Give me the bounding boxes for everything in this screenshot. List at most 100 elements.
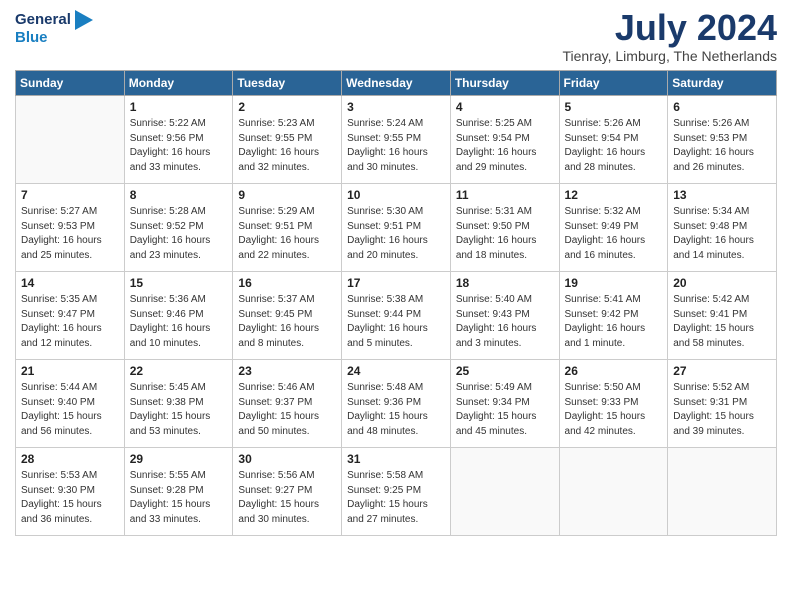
day-number: 21 (21, 364, 119, 378)
day-number: 26 (565, 364, 663, 378)
day-info: Sunrise: 5:34 AMSunset: 9:48 PMDaylight:… (673, 205, 771, 263)
calendar-cell: 2 Sunrise: 5:23 AMSunset: 9:55 PMDaylight… (233, 96, 342, 184)
day-number: 29 (130, 452, 228, 466)
calendar-cell: 17 Sunrise: 5:38 AMSunset: 9:44 PMDayligh… (342, 272, 451, 360)
calendar-cell: 24 Sunrise: 5:48 AMSunset: 9:36 PMDayligh… (342, 360, 451, 448)
logo: General Blue (15, 10, 93, 47)
day-info: Sunrise: 5:35 AMSunset: 9:47 PMDaylight:… (21, 293, 119, 351)
calendar-cell: 7Sunrise: 5:27 AMSunset: 9:53 PMDaylight… (16, 184, 125, 272)
day-number: 16 (238, 276, 336, 290)
calendar-cell (450, 448, 559, 536)
calendar-cell: 18 Sunrise: 5:40 AMSunset: 9:43 PMDayligh… (450, 272, 559, 360)
col-header-sunday: Sunday (16, 71, 125, 96)
day-number: 18 (456, 276, 554, 290)
col-header-tuesday: Tuesday (233, 71, 342, 96)
day-info: Sunrise: 5:30 AMSunset: 9:51 PMDaylight:… (347, 205, 445, 263)
day-number: 4 (456, 100, 554, 114)
calendar-table: SundayMondayTuesdayWednesdayThursdayFrid… (15, 70, 777, 536)
calendar-cell: 29 Sunrise: 5:55 AMSunset: 9:28 PMDayligh… (124, 448, 233, 536)
title-block: July 2024 Tienray, Limburg, The Netherla… (562, 10, 777, 64)
week-row-1: 7Sunrise: 5:27 AMSunset: 9:53 PMDaylight… (16, 184, 777, 272)
col-header-wednesday: Wednesday (342, 71, 451, 96)
day-number: 17 (347, 276, 445, 290)
calendar-cell: 31Sunrise: 5:58 AMSunset: 9:25 PMDayligh… (342, 448, 451, 536)
calendar-cell: 22 Sunrise: 5:45 AMSunset: 9:38 PMDayligh… (124, 360, 233, 448)
day-info: Sunrise: 5:24 AMSunset: 9:55 PMDaylight:… (347, 117, 445, 175)
calendar-cell: 3 Sunrise: 5:24 AMSunset: 9:55 PMDaylight… (342, 96, 451, 184)
calendar-cell: 20Sunrise: 5:42 AMSunset: 9:41 PMDayligh… (668, 272, 777, 360)
calendar-cell: 28Sunrise: 5:53 AMSunset: 9:30 PMDayligh… (16, 448, 125, 536)
week-row-3: 21 Sunrise: 5:44 AMSunset: 9:40 PMDayligh… (16, 360, 777, 448)
day-number: 25 (456, 364, 554, 378)
day-info: Sunrise: 5:48 AMSunset: 9:36 PMDaylight:… (347, 381, 445, 439)
day-info: Sunrise: 5:25 AMSunset: 9:54 PMDaylight:… (456, 117, 554, 175)
calendar-cell: 16 Sunrise: 5:37 AMSunset: 9:45 PMDayligh… (233, 272, 342, 360)
day-info: Sunrise: 5:53 AMSunset: 9:30 PMDaylight:… (21, 469, 119, 527)
day-number: 1 (130, 100, 228, 114)
calendar-cell: 5 Sunrise: 5:26 AMSunset: 9:54 PMDaylight… (559, 96, 668, 184)
day-info: Sunrise: 5:50 AMSunset: 9:33 PMDaylight:… (565, 381, 663, 439)
calendar-page: General Blue July 2024 Tienray, Limburg,… (0, 0, 792, 551)
day-number: 24 (347, 364, 445, 378)
day-info: Sunrise: 5:26 AMSunset: 9:53 PMDaylight:… (673, 117, 771, 175)
logo-line1: General (15, 10, 93, 30)
day-number: 20 (673, 276, 771, 290)
day-info: Sunrise: 5:37 AMSunset: 9:45 PMDaylight:… (238, 293, 336, 351)
day-info: Sunrise: 5:31 AMSunset: 9:50 PMDaylight:… (456, 205, 554, 263)
day-number: 27 (673, 364, 771, 378)
day-number: 15 (130, 276, 228, 290)
day-info: Sunrise: 5:56 AMSunset: 9:27 PMDaylight:… (238, 469, 336, 527)
logo-line2: Blue (15, 30, 93, 47)
day-info: Sunrise: 5:44 AMSunset: 9:40 PMDaylight:… (21, 381, 119, 439)
day-number: 10 (347, 188, 445, 202)
day-number: 2 (238, 100, 336, 114)
day-number: 22 (130, 364, 228, 378)
calendar-cell: 14 Sunrise: 5:35 AMSunset: 9:47 PMDayligh… (16, 272, 125, 360)
week-row-2: 14 Sunrise: 5:35 AMSunset: 9:47 PMDayligh… (16, 272, 777, 360)
week-row-4: 28Sunrise: 5:53 AMSunset: 9:30 PMDayligh… (16, 448, 777, 536)
day-info: Sunrise: 5:28 AMSunset: 9:52 PMDaylight:… (130, 205, 228, 263)
calendar-cell: 13 Sunrise: 5:34 AMSunset: 9:48 PMDayligh… (668, 184, 777, 272)
day-info: Sunrise: 5:41 AMSunset: 9:42 PMDaylight:… (565, 293, 663, 351)
calendar-cell: 4 Sunrise: 5:25 AMSunset: 9:54 PMDaylight… (450, 96, 559, 184)
day-info: Sunrise: 5:23 AMSunset: 9:55 PMDaylight:… (238, 117, 336, 175)
calendar-cell (668, 448, 777, 536)
calendar-cell (559, 448, 668, 536)
day-number: 14 (21, 276, 119, 290)
day-info: Sunrise: 5:46 AMSunset: 9:37 PMDaylight:… (238, 381, 336, 439)
calendar-cell: 19Sunrise: 5:41 AMSunset: 9:42 PMDayligh… (559, 272, 668, 360)
header: General Blue July 2024 Tienray, Limburg,… (15, 10, 777, 64)
day-info: Sunrise: 5:26 AMSunset: 9:54 PMDaylight:… (565, 117, 663, 175)
calendar-cell: 15 Sunrise: 5:36 AMSunset: 9:46 PMDayligh… (124, 272, 233, 360)
day-info: Sunrise: 5:45 AMSunset: 9:38 PMDaylight:… (130, 381, 228, 439)
day-number: 11 (456, 188, 554, 202)
day-number: 7 (21, 188, 119, 202)
col-header-thursday: Thursday (450, 71, 559, 96)
calendar-cell: 12 Sunrise: 5:32 AMSunset: 9:49 PMDayligh… (559, 184, 668, 272)
calendar-cell: 27 Sunrise: 5:52 AMSunset: 9:31 PMDayligh… (668, 360, 777, 448)
day-number: 30 (238, 452, 336, 466)
day-info: Sunrise: 5:29 AMSunset: 9:51 PMDaylight:… (238, 205, 336, 263)
calendar-cell: 9Sunrise: 5:29 AMSunset: 9:51 PMDaylight… (233, 184, 342, 272)
day-info: Sunrise: 5:49 AMSunset: 9:34 PMDaylight:… (456, 381, 554, 439)
col-header-friday: Friday (559, 71, 668, 96)
calendar-cell: 10 Sunrise: 5:30 AMSunset: 9:51 PMDayligh… (342, 184, 451, 272)
day-number: 13 (673, 188, 771, 202)
day-info: Sunrise: 5:55 AMSunset: 9:28 PMDaylight:… (130, 469, 228, 527)
day-info: Sunrise: 5:52 AMSunset: 9:31 PMDaylight:… (673, 381, 771, 439)
col-header-saturday: Saturday (668, 71, 777, 96)
day-number: 3 (347, 100, 445, 114)
col-header-monday: Monday (124, 71, 233, 96)
day-info: Sunrise: 5:32 AMSunset: 9:49 PMDaylight:… (565, 205, 663, 263)
day-info: Sunrise: 5:22 AMSunset: 9:56 PMDaylight:… (130, 117, 228, 175)
day-number: 12 (565, 188, 663, 202)
week-row-0: 1 Sunrise: 5:22 AMSunset: 9:56 PMDaylight… (16, 96, 777, 184)
calendar-cell: 6Sunrise: 5:26 AMSunset: 9:53 PMDaylight… (668, 96, 777, 184)
day-info: Sunrise: 5:36 AMSunset: 9:46 PMDaylight:… (130, 293, 228, 351)
day-info: Sunrise: 5:38 AMSunset: 9:44 PMDaylight:… (347, 293, 445, 351)
location: Tienray, Limburg, The Netherlands (562, 48, 777, 64)
day-number: 5 (565, 100, 663, 114)
day-info: Sunrise: 5:40 AMSunset: 9:43 PMDaylight:… (456, 293, 554, 351)
day-info: Sunrise: 5:58 AMSunset: 9:25 PMDaylight:… (347, 469, 445, 527)
calendar-cell: 8Sunrise: 5:28 AMSunset: 9:52 PMDaylight… (124, 184, 233, 272)
